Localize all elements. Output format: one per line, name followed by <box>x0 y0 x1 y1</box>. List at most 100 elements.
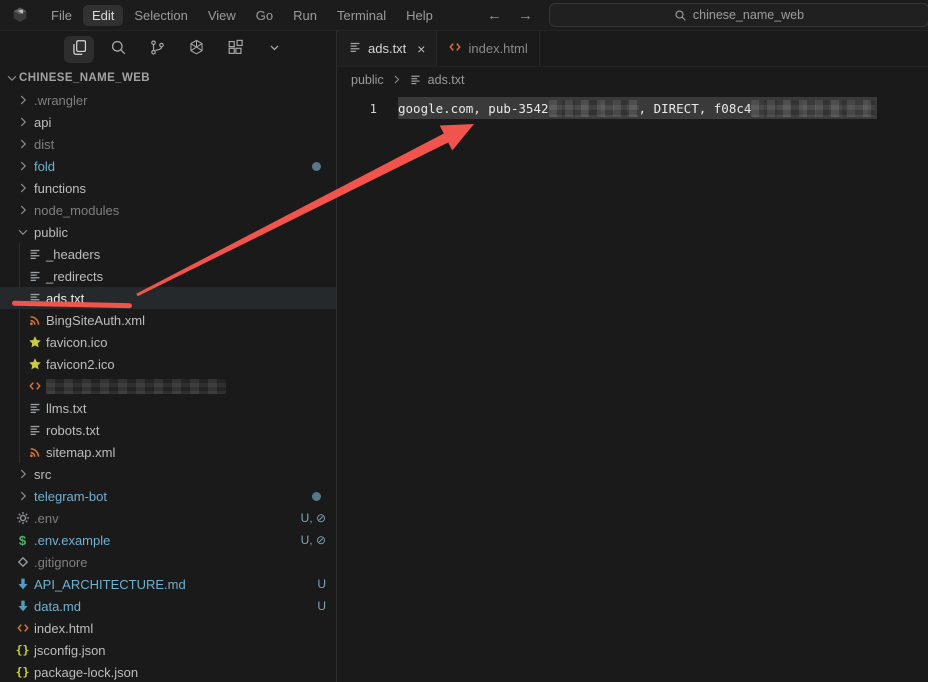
tree-item-jsconfig-json[interactable]: {}jsconfig.json <box>0 639 336 661</box>
braces-icon: {} <box>14 642 31 658</box>
tree-item-headers[interactable]: _headers <box>0 243 336 265</box>
list-icon <box>26 268 43 284</box>
tree-item-label: _redirects <box>46 269 103 284</box>
sidebar: CHINESE_NAME_WEB .wrangler api dist fold fun… <box>0 31 337 682</box>
tree-item-telegram-bot[interactable]: telegram-bot <box>0 485 336 507</box>
chevron-right-icon <box>14 466 31 482</box>
modified-dot-badge <box>312 162 321 171</box>
chevron-right-icon <box>14 114 31 130</box>
menu-item-edit[interactable]: Edit <box>83 5 123 26</box>
menu-item-view[interactable]: View <box>199 5 245 26</box>
tree-item-ads-txt[interactable]: ads.txt <box>0 287 336 309</box>
tree-item-label: telegram-bot <box>34 489 107 504</box>
tree-item-llms-txt[interactable]: llms.txt <box>0 397 336 419</box>
tab-index-html[interactable]: index.html <box>437 31 539 66</box>
menu-bar: FileEditSelectionViewGoRunTerminalHelp <box>42 5 442 26</box>
rss-icon <box>26 312 43 328</box>
menu-item-go[interactable]: Go <box>247 5 282 26</box>
tree-item-node-modules[interactable]: node_modules <box>0 199 336 221</box>
menu-item-help[interactable]: Help <box>397 5 442 26</box>
tree-item-fold[interactable]: fold <box>0 155 336 177</box>
tree-item-wrangler[interactable]: .wrangler <box>0 89 336 111</box>
tree-item-label: node_modules <box>34 203 119 218</box>
extensions-button[interactable] <box>220 36 250 63</box>
tree-item-index-html[interactable]: index.html <box>0 617 336 639</box>
tree-item-functions[interactable]: functions <box>0 177 336 199</box>
tree-item-favicon-ico[interactable]: favicon.ico <box>0 331 336 353</box>
close-tab-icon[interactable]: × <box>417 42 425 56</box>
back-arrow-icon[interactable]: ← <box>487 8 502 23</box>
menu-item-run[interactable]: Run <box>284 5 326 26</box>
root-folder-label: CHINESE_NAME_WEB <box>19 72 150 84</box>
markdown-icon <box>14 576 31 592</box>
line-number: 1 <box>337 101 377 116</box>
list-icon <box>348 40 362 57</box>
code-editor[interactable]: 1 google.com, pub-3542, DIRECT, f08c4 <box>337 92 928 119</box>
explorer-root-header[interactable]: CHINESE_NAME_WEB <box>0 67 336 89</box>
list-icon <box>26 290 43 306</box>
code-line-1-text[interactable]: google.com, pub-3542, DIRECT, f08c4 <box>398 97 877 119</box>
tree-item-gitignore[interactable]: .gitignore <box>0 551 336 573</box>
list-icon <box>26 400 43 416</box>
tree-item-label: api <box>34 115 51 130</box>
html-icon <box>448 40 462 57</box>
tree-item-redirects[interactable]: _redirects <box>0 265 336 287</box>
git-status-badge: U, ⊘ <box>301 533 326 547</box>
list-icon <box>26 246 43 262</box>
star-icon <box>26 334 43 350</box>
git-status-badge: U <box>317 599 326 613</box>
search-button[interactable] <box>103 36 133 63</box>
gear-icon <box>14 510 31 526</box>
breadcrumb-folder[interactable]: public <box>351 73 384 87</box>
chevron-right-icon <box>14 136 31 152</box>
tree-item-favicon2-ico[interactable]: favicon2.ico <box>0 353 336 375</box>
chevron-right-icon <box>14 92 31 108</box>
tree-item-label: functions <box>34 181 86 196</box>
tree-item-api-architecture-md[interactable]: API_ARCHITECTURE.mdU <box>0 573 336 595</box>
braces-icon: {} <box>14 664 31 680</box>
rss-icon <box>26 444 43 460</box>
menu-item-selection[interactable]: Selection <box>125 5 196 26</box>
more-chevron-button[interactable] <box>259 36 289 63</box>
tree-item-src[interactable]: src <box>0 463 336 485</box>
menu-item-file[interactable]: File <box>42 5 81 26</box>
modified-dot-badge <box>312 492 321 501</box>
tree-item-label: src <box>34 467 51 482</box>
tree-item-api[interactable]: api <box>0 111 336 133</box>
tree-item-data-md[interactable]: data.mdU <box>0 595 336 617</box>
tree-item-env[interactable]: .envU, ⊘ <box>0 507 336 529</box>
tree-item-label: favicon.ico <box>46 335 107 350</box>
explorer-button[interactable] <box>64 36 94 63</box>
tree-item-robots-txt[interactable]: robots.txt <box>0 419 336 441</box>
source-control-button[interactable] <box>142 36 172 63</box>
tree-item-label: .env.example <box>34 533 110 548</box>
tab-label: ads.txt <box>368 41 406 56</box>
tree-item-redacted[interactable] <box>0 375 336 397</box>
breadcrumb-file[interactable]: ads.txt <box>428 73 465 87</box>
tree-item-env-example[interactable]: $.env.exampleU, ⊘ <box>0 529 336 551</box>
menu-item-terminal[interactable]: Terminal <box>328 5 395 26</box>
tree-item-sitemap-xml[interactable]: sitemap.xml <box>0 441 336 463</box>
tree-item-dist[interactable]: dist <box>0 133 336 155</box>
forward-arrow-icon[interactable]: → <box>518 8 533 23</box>
more-chevron-icon <box>265 38 284 60</box>
tree-item-package-lock-json[interactable]: {}package-lock.json <box>0 661 336 682</box>
html-icon <box>14 620 31 636</box>
redacted-filename <box>46 379 226 394</box>
tree-item-label: robots.txt <box>46 423 99 438</box>
tree-item-public[interactable]: public <box>0 221 336 243</box>
title-bar: FileEditSelectionViewGoRunTerminalHelp ←… <box>0 0 928 31</box>
tree-item-label: favicon2.ico <box>46 357 115 372</box>
vscode-window: FileEditSelectionViewGoRunTerminalHelp ←… <box>0 0 928 682</box>
tab-ads-txt[interactable]: ads.txt × <box>337 31 437 66</box>
search-icon <box>674 9 687 22</box>
tree-item-bingsiteauth-xml[interactable]: BingSiteAuth.xml <box>0 309 336 331</box>
cube-icon <box>187 38 206 60</box>
tree-item-label: fold <box>34 159 55 174</box>
extensions-icon <box>226 38 245 60</box>
star-icon <box>26 356 43 372</box>
chevron-right-icon <box>14 202 31 218</box>
chevron-down-icon <box>4 70 19 86</box>
command-center-search[interactable]: chinese_name_web <box>549 3 928 27</box>
cube-button[interactable] <box>181 36 211 63</box>
